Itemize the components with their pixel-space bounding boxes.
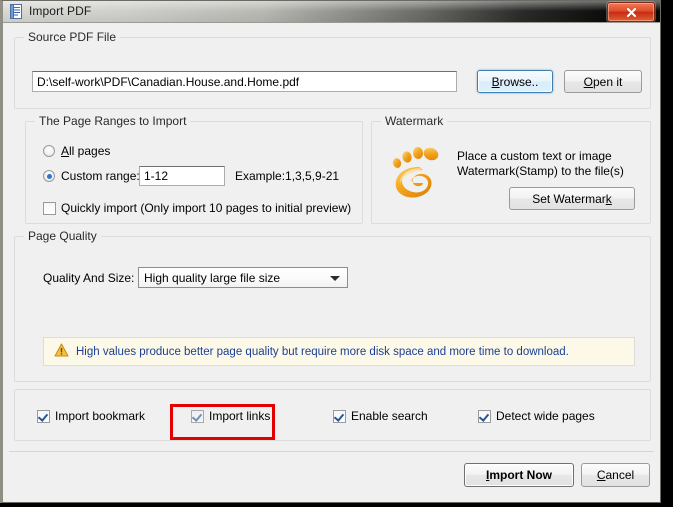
- quality-info-bar: High values produce better page quality …: [43, 337, 635, 366]
- quality-size-select[interactable]: High quality large file size: [138, 267, 348, 288]
- quality-and-size-label: Quality And Size:: [43, 271, 135, 285]
- cancel-label: Cancel: [596, 468, 635, 482]
- checkbox-enable-search-label: Enable search: [351, 409, 428, 423]
- set-watermark-label: Set Watermark: [532, 191, 612, 206]
- chevron-down-icon[interactable]: [330, 275, 340, 281]
- checkbox-enable-search-indicator[interactable]: [333, 409, 346, 423]
- dialog-body: Source PDF File D:\self-work\PDF\Canadia…: [3, 23, 660, 502]
- import-options-group: Import bookmark Import links Enable sear…: [14, 389, 651, 441]
- watermark-description: Place a custom text or image Watermark(S…: [457, 149, 624, 178]
- checkbox-import-bookmark-label: Import bookmark: [55, 409, 146, 423]
- import-now-button[interactable]: Import Now: [464, 463, 574, 487]
- browse-accel: B: [491, 74, 500, 89]
- footer-separator: [9, 451, 654, 452]
- browse-button[interactable]: Browse..: [477, 70, 553, 93]
- close-button[interactable]: [607, 2, 655, 22]
- radio-all-pages[interactable]: All pages: [43, 144, 110, 158]
- radio-custom-range[interactable]: Custom range:: [43, 169, 140, 183]
- page-ranges-legend: The Page Ranges to Import: [35, 114, 191, 128]
- checkbox-detect-wide-pages-label: Detect wide pages: [496, 409, 595, 423]
- watermark-group: Watermark Place a custom text or image W…: [371, 114, 651, 224]
- page-quality-legend: Page Quality: [24, 229, 101, 243]
- title-bar[interactable]: Import PDF: [3, 1, 660, 23]
- page-quality-group: Page Quality Quality And Size: High qual…: [14, 229, 651, 382]
- warning-triangle-icon: [54, 343, 69, 360]
- checkbox-enable-search[interactable]: Enable search: [333, 409, 428, 423]
- cancel-button[interactable]: Cancel: [581, 463, 650, 487]
- desktop-background: Import PDF Source PDF File D:\self-work\…: [0, 0, 673, 507]
- checkbox-quick-import-label: Quickly import (Only import 10 pages to …: [61, 201, 352, 215]
- page-ranges-group: The Page Ranges to Import All pages Cust…: [25, 114, 363, 224]
- title-bar-gloss: [3, 1, 660, 22]
- open-it-button[interactable]: Open it: [564, 70, 642, 93]
- import-now-label: Import Now: [485, 468, 552, 482]
- checkbox-import-links[interactable]: Import links: [191, 409, 270, 423]
- checkbox-detect-wide-pages-indicator[interactable]: [478, 409, 491, 423]
- quality-info-text: High values produce better page quality …: [76, 345, 569, 358]
- checkbox-import-links-indicator[interactable]: [191, 409, 204, 423]
- set-watermark-button[interactable]: Set Watermark: [509, 187, 635, 210]
- radio-all-pages-indicator[interactable]: [43, 145, 55, 157]
- close-icon: [626, 7, 636, 17]
- radio-all-pages-label: All pages: [61, 144, 111, 158]
- open-label-rest: pen it: [592, 74, 623, 89]
- source-pdf-legend: Source PDF File: [24, 30, 121, 44]
- gnome-foot-icon: [389, 142, 445, 203]
- custom-range-input[interactable]: 1-12: [139, 166, 225, 186]
- window-title: Import PDF: [29, 4, 92, 18]
- custom-range-example: Example:1,3,5,9-21: [235, 169, 340, 183]
- watermark-legend: Watermark: [381, 114, 448, 128]
- open-accel: O: [583, 74, 593, 89]
- pdf-document-icon: [9, 4, 24, 19]
- radio-custom-range-label: Custom range:: [61, 169, 140, 183]
- source-pdf-group: Source PDF File D:\self-work\PDF\Canadia…: [14, 30, 651, 109]
- checkbox-detect-wide-pages[interactable]: Detect wide pages: [478, 409, 595, 423]
- import-pdf-dialog: Import PDF Source PDF File D:\self-work\…: [0, 0, 661, 503]
- quality-size-value: High quality large file size: [144, 270, 281, 285]
- checkbox-import-bookmark-indicator[interactable]: [37, 409, 50, 423]
- checkbox-quick-import[interactable]: Quickly import (Only import 10 pages to …: [43, 201, 351, 215]
- checkbox-import-links-label: Import links: [209, 409, 271, 423]
- checkbox-quick-import-indicator[interactable]: [43, 201, 56, 215]
- browse-label-rest: rowse..: [499, 74, 539, 89]
- radio-custom-range-indicator[interactable]: [43, 170, 55, 182]
- checkbox-import-bookmark[interactable]: Import bookmark: [37, 409, 145, 423]
- source-path-input[interactable]: D:\self-work\PDF\Canadian.House.and.Home…: [32, 71, 457, 92]
